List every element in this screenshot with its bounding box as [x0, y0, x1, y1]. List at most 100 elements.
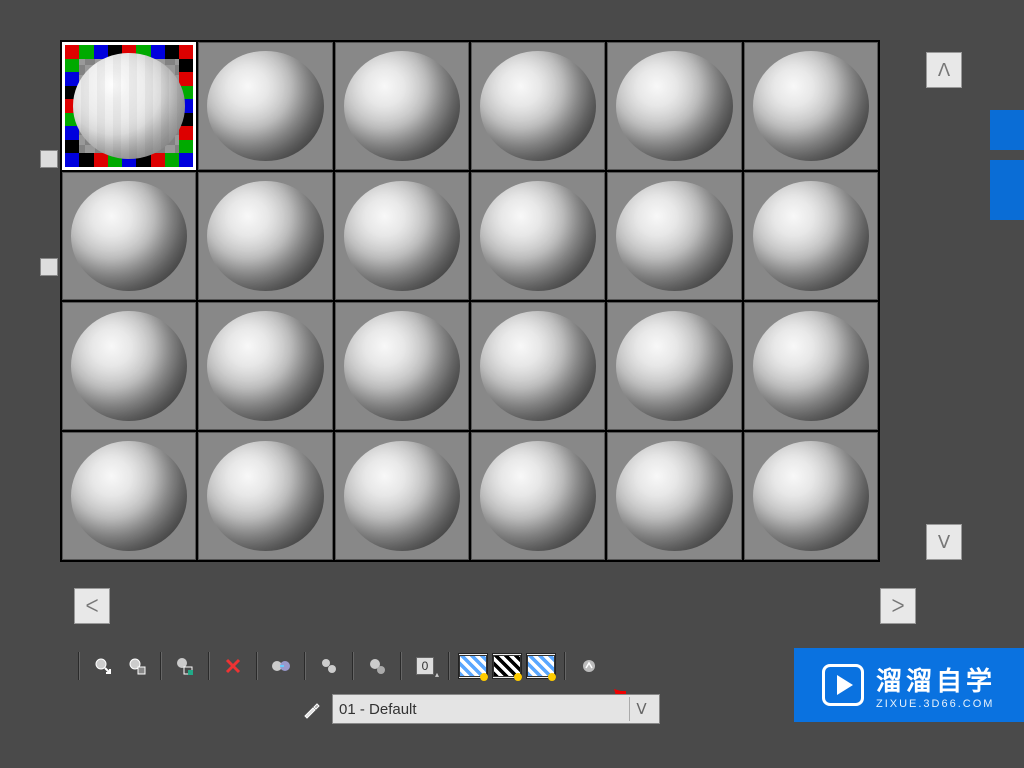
watermark-badge: 溜溜自学 ZIXUE.3D66.COM — [794, 648, 1024, 722]
toolbar-separator — [304, 652, 306, 680]
material-slot-1[interactable] — [198, 42, 332, 170]
material-id-button[interactable]: 0 ▴ — [410, 653, 440, 679]
toolbar-separator — [352, 652, 354, 680]
material-slot-14[interactable] — [335, 302, 469, 430]
material-preview-sphere — [344, 441, 460, 551]
material-preview-sphere — [616, 441, 732, 551]
material-preview-sphere — [753, 441, 869, 551]
sphere-arrow-icon — [93, 656, 113, 676]
material-slot-16[interactable] — [607, 302, 741, 430]
material-slot-9[interactable] — [471, 172, 605, 300]
gutter-mark-1 — [40, 150, 58, 168]
material-preview-sphere — [616, 311, 732, 421]
show-realistic-map-button[interactable] — [492, 653, 522, 679]
chevron-left-icon: ᐸ — [85, 596, 98, 617]
material-slot-7[interactable] — [198, 172, 332, 300]
assign-to-selection-button[interactable] — [170, 653, 200, 679]
material-slot-23[interactable] — [744, 432, 878, 560]
material-preview-sphere — [480, 181, 596, 291]
get-material-button[interactable] — [88, 653, 118, 679]
material-preview-sphere — [616, 51, 732, 161]
chevron-right-icon: ᐳ — [891, 596, 904, 617]
toolbar-separator — [400, 652, 402, 680]
material-preview-sphere — [753, 311, 869, 421]
watermark-text-url: ZIXUE.3D66.COM — [876, 698, 994, 710]
make-copy-button[interactable] — [266, 653, 296, 679]
material-slot-15[interactable] — [471, 302, 605, 430]
chevron-up-icon: ᐱ — [938, 60, 950, 81]
material-slot-11[interactable] — [744, 172, 878, 300]
assign-icon — [175, 656, 195, 676]
side-panel-accent-2 — [990, 160, 1024, 220]
material-name-dropdown[interactable]: 01 - Default ᐯ — [332, 694, 660, 724]
watermark-text-cn: 溜溜自学 — [876, 661, 996, 698]
make-unique-button[interactable] — [314, 653, 344, 679]
material-preview-sphere — [480, 51, 596, 161]
material-preview-sphere — [753, 51, 869, 161]
material-preview-sphere — [207, 441, 323, 551]
material-preview-sphere — [71, 181, 187, 291]
material-slot-19[interactable] — [198, 432, 332, 560]
material-slot-8[interactable] — [335, 172, 469, 300]
material-slot-13[interactable] — [198, 302, 332, 430]
material-toolbar: 0 ▴ — [74, 652, 604, 680]
put-to-scene-button[interactable] — [122, 653, 152, 679]
material-slot-6[interactable] — [62, 172, 196, 300]
scroll-left-button[interactable]: ᐸ — [74, 588, 110, 624]
material-preview-sphere — [480, 441, 596, 551]
zero-icon: 0 — [416, 657, 434, 675]
material-preview-sphere — [344, 51, 460, 161]
chevron-down-icon: ᐯ — [629, 697, 653, 721]
material-preview-sphere — [71, 441, 187, 551]
material-preview-sphere — [71, 311, 187, 421]
put-to-library-button[interactable] — [362, 653, 392, 679]
material-preview-stripes — [73, 53, 185, 159]
toolbar-separator — [78, 652, 80, 680]
material-preview-sphere — [753, 181, 869, 291]
show-end-result-button[interactable] — [526, 653, 556, 679]
copy-sphere-icon — [270, 656, 292, 676]
material-preview-sphere — [207, 51, 323, 161]
material-slot-5[interactable] — [744, 42, 878, 170]
scroll-down-button[interactable]: ᐯ — [926, 524, 962, 560]
material-slot-17[interactable] — [744, 302, 878, 430]
material-slot-10[interactable] — [607, 172, 741, 300]
pick-material-button[interactable] — [300, 697, 324, 721]
material-slot-22[interactable] — [607, 432, 741, 560]
play-icon — [822, 664, 864, 706]
left-gutter — [40, 150, 60, 550]
material-name-row: 01 - Default ᐯ — [300, 694, 660, 724]
toolbar-separator — [208, 652, 210, 680]
gutter-mark-2 — [40, 258, 58, 276]
material-preview-sphere — [480, 311, 596, 421]
toolbar-separator — [160, 652, 162, 680]
material-preview-sphere — [344, 311, 460, 421]
reset-map-button[interactable] — [218, 653, 248, 679]
library-icon — [367, 656, 387, 676]
material-slot-18[interactable] — [62, 432, 196, 560]
material-slot-2[interactable] — [335, 42, 469, 170]
material-preview-sphere — [207, 181, 323, 291]
material-preview-sphere — [616, 181, 732, 291]
toolbar-separator — [564, 652, 566, 680]
material-slot-12[interactable] — [62, 302, 196, 430]
unique-icon — [319, 656, 339, 676]
material-slot-3[interactable] — [471, 42, 605, 170]
material-preview-sphere — [344, 181, 460, 291]
go-to-parent-button[interactable] — [574, 653, 604, 679]
material-slot-21[interactable] — [471, 432, 605, 560]
chevron-down-icon: ᐯ — [938, 532, 950, 553]
toolbar-separator — [256, 652, 258, 680]
scroll-right-button[interactable]: ᐳ — [880, 588, 916, 624]
material-slot-4[interactable] — [607, 42, 741, 170]
scroll-up-button[interactable]: ᐱ — [926, 52, 962, 88]
show-shaded-map-button[interactable] — [458, 653, 488, 679]
toolbar-separator — [448, 652, 450, 680]
material-name-label: 01 - Default — [339, 701, 417, 718]
material-slot-0[interactable] — [62, 42, 196, 170]
material-slot-20[interactable] — [335, 432, 469, 560]
sphere-scene-icon — [127, 656, 147, 676]
go-parent-icon — [579, 656, 599, 676]
eyedropper-icon — [301, 698, 323, 720]
side-panel-accent-1 — [990, 110, 1024, 150]
